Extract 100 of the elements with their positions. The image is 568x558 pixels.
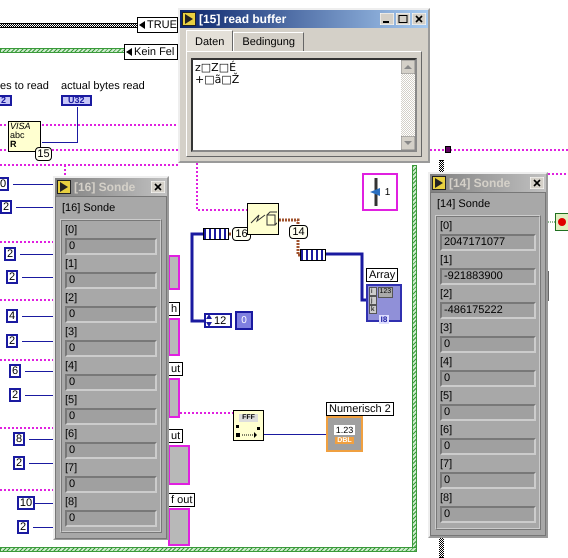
wire — [16, 207, 54, 208]
probe-tag: 15 — [35, 147, 52, 161]
wire — [264, 434, 328, 435]
element-index: [8] — [65, 495, 78, 510]
case-selector[interactable]: TRUE — [137, 17, 178, 33]
value-field: 0 — [440, 336, 536, 353]
indicator-label: ut — [168, 362, 184, 376]
structure-border — [439, 160, 444, 173]
element-index: [3] — [65, 325, 78, 340]
numeric-constant: 2 — [13, 456, 25, 470]
window-title: [16] Sonde — [74, 180, 136, 194]
string-indicator — [168, 255, 180, 290]
case-selector[interactable]: Kein Fel — [124, 44, 178, 60]
index-display: 0 — [235, 311, 253, 330]
value-text: 1.23 — [334, 424, 356, 434]
value-field: 0 — [65, 306, 157, 323]
probe-icon — [57, 180, 71, 194]
probe-icon — [182, 12, 196, 26]
string-indicator — [168, 318, 180, 356]
wire — [0, 427, 53, 429]
node-text: VISA — [10, 122, 31, 131]
wire — [22, 277, 54, 278]
value-field: 2047171077 — [440, 234, 536, 251]
element-index: [1] — [65, 257, 78, 272]
wire — [24, 371, 54, 372]
numeric-constant: 2 — [4, 247, 16, 261]
spin-arrows-icon — [206, 314, 212, 327]
value-field: 0 — [440, 438, 536, 455]
value-field: 0 — [65, 272, 157, 289]
numeric-constant: 10 — [17, 496, 35, 510]
text-line: z□Z□É — [195, 62, 236, 74]
probe-caption: [16] Sonde — [61, 201, 116, 216]
element-index: [7] — [440, 457, 454, 472]
value-field: 0 — [65, 442, 157, 459]
tab[interactable]: Bedingung — [233, 32, 304, 51]
numeric-constant: 2 — [0, 200, 12, 214]
wire — [0, 489, 53, 491]
tab[interactable]: Daten — [186, 30, 234, 51]
wire — [326, 252, 368, 302]
terminal-label: actual bytes read — [61, 80, 145, 93]
element-index: [4] — [440, 355, 454, 370]
element-index: [4] — [65, 359, 78, 374]
array-constant-icon — [300, 249, 326, 261]
close-icon — [412, 13, 426, 25]
probe-caption: [14] Sonde — [436, 197, 492, 212]
arrows-icon — [236, 424, 262, 438]
wire — [12, 184, 54, 185]
type-text: I8 — [378, 315, 390, 324]
wire — [28, 439, 54, 440]
slider-icon — [370, 178, 382, 206]
numeric-constant: 8 — [13, 432, 25, 446]
numeric-constant: 2 — [6, 334, 18, 348]
wire — [22, 316, 54, 317]
indicator-label: f out — [168, 493, 196, 507]
value-field: 0 — [440, 404, 536, 421]
vertical-scrollbar[interactable] — [401, 60, 415, 150]
left-arrow-icon — [126, 48, 132, 56]
wire — [548, 173, 568, 175]
value-field: 0 — [440, 472, 536, 489]
numeric-constant: 2 — [17, 520, 29, 534]
terminal-label: es to read — [0, 80, 49, 93]
element-index: [1] — [440, 253, 454, 268]
string-indicator — [168, 378, 180, 418]
numeric-constant: 2 — [9, 388, 21, 402]
wire — [0, 299, 53, 301]
wire — [20, 254, 54, 255]
numeric-constant: 0 — [0, 177, 9, 191]
numeric-control[interactable]: 12 — [204, 313, 232, 328]
wire — [296, 240, 300, 256]
value-field: 0 — [65, 510, 157, 527]
element-index: [5] — [65, 393, 78, 408]
value-field: 0 — [65, 374, 157, 391]
array-constant-icon — [203, 228, 229, 240]
node-text: R — [10, 140, 16, 149]
wire — [32, 503, 54, 504]
string-indicator — [168, 445, 190, 485]
wire — [0, 241, 53, 243]
window-title: [15] read buffer — [199, 12, 288, 26]
wire — [0, 359, 53, 361]
element-index: [2] — [65, 291, 78, 306]
wire — [229, 232, 232, 236]
element-index: [0] — [65, 223, 78, 238]
text-line: +□ã□Ž — [195, 74, 240, 86]
value-field: 0 — [65, 476, 157, 493]
element-index: [5] — [440, 389, 454, 404]
element-index: [2] — [440, 287, 454, 302]
element-index: [3] — [440, 321, 454, 336]
value-field: 0 — [440, 506, 536, 523]
value-field: 0 — [440, 370, 536, 387]
indicator-label: h — [168, 302, 180, 316]
stop-button[interactable] — [555, 213, 568, 231]
wire — [28, 463, 54, 464]
indicator-label: Array — [366, 268, 398, 282]
slider-control[interactable]: 1 — [362, 173, 398, 211]
wire — [196, 163, 247, 211]
string-indicator — [168, 508, 190, 546]
wire — [0, 124, 8, 126]
maximize-icon — [396, 13, 410, 25]
element-index: [6] — [65, 427, 78, 442]
value-field: 0 — [65, 340, 157, 357]
